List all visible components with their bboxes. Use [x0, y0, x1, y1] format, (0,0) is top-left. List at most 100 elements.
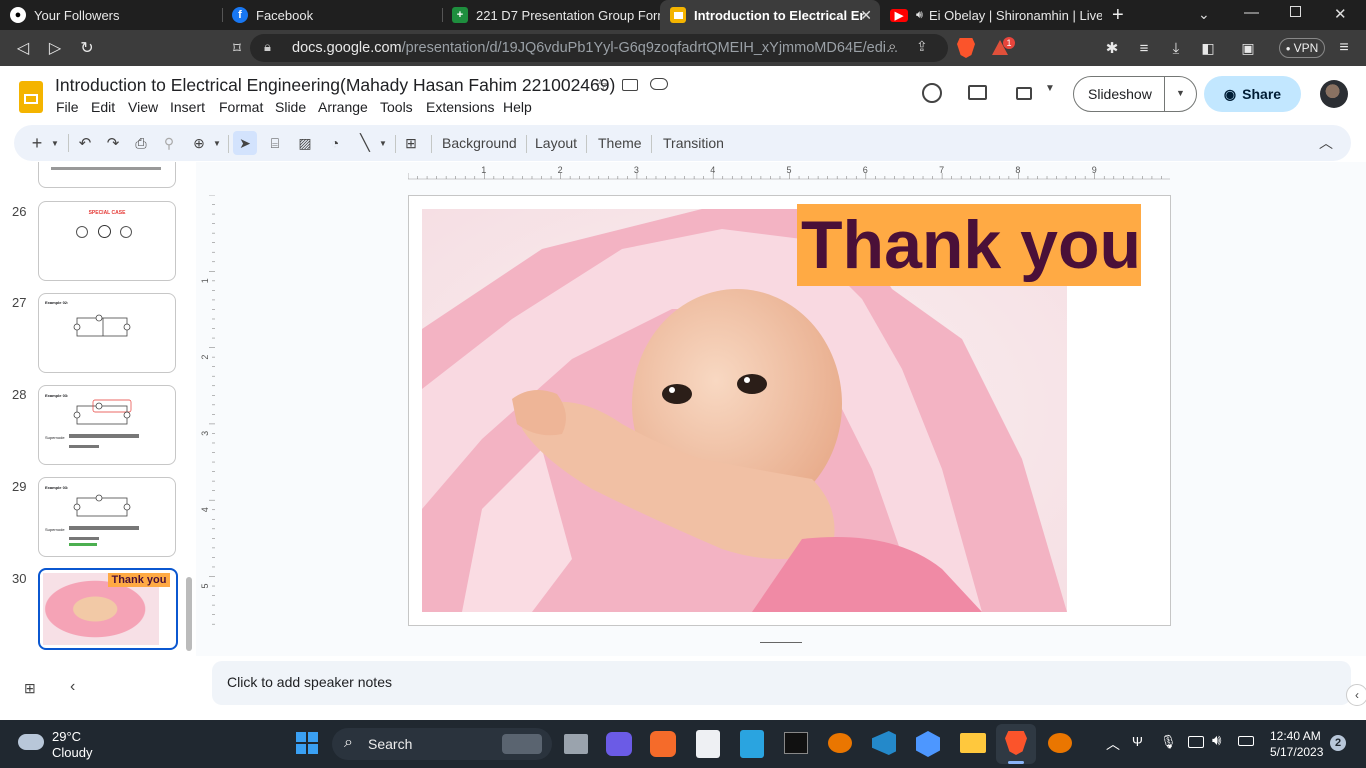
new-slide-dropdown-icon[interactable]: ▼ — [50, 131, 60, 155]
document-title[interactable]: Introduction to Electrical Engineering(M… — [55, 75, 615, 96]
blender-icon[interactable] — [828, 733, 852, 753]
close-window-icon[interactable]: ✕ — [1334, 5, 1347, 23]
slide-thumbnail-26[interactable]: SPECIAL CASE — [38, 201, 176, 281]
tab-sheets[interactable]: + 221 D7 Presentation Group Format — [442, 0, 660, 30]
download-icon[interactable]: ⤓ — [1166, 30, 1186, 66]
share-page-icon[interactable]: ⇪ — [916, 38, 928, 55]
tab-search-icon[interactable]: ⌄ — [1198, 6, 1210, 23]
current-slide[interactable]: Thank you — [408, 195, 1171, 626]
new-slide-icon[interactable]: + — [30, 131, 44, 155]
notification-center-badge[interactable]: 2 — [1330, 735, 1346, 751]
tab-github[interactable]: ● Your Followers — [0, 0, 222, 30]
speaker-notes[interactable]: Click to add speaker notes — [212, 661, 1351, 705]
zoom-dropdown-icon[interactable]: ▼ — [212, 131, 222, 155]
redo-icon[interactable]: ↷ — [104, 131, 122, 155]
line-dropdown-icon[interactable]: ▼ — [378, 131, 388, 155]
bookmark-icon[interactable]: ⌑ — [226, 30, 248, 66]
slide-thumbnail-30-selected[interactable]: Thank you — [38, 568, 178, 650]
add-comment-icon[interactable]: ⊞ — [402, 131, 420, 155]
menu-file[interactable]: File — [56, 99, 79, 115]
tab-slides-active[interactable]: Introduction to Electrical Engi ✕ — [660, 0, 880, 30]
wallet-icon[interactable]: ▣ — [1238, 30, 1258, 66]
sidebar-toggle-icon[interactable]: ◧ — [1198, 30, 1218, 66]
version-history-icon[interactable] — [922, 83, 942, 103]
zoom-icon[interactable]: ⌕ — [888, 38, 896, 55]
back-icon[interactable]: ◁ — [12, 30, 34, 66]
avatar[interactable] — [1320, 80, 1348, 108]
windows-start-icon[interactable] — [296, 732, 318, 754]
comments-icon[interactable] — [968, 85, 987, 100]
move-folder-icon[interactable] — [622, 79, 638, 91]
slide-thumbnail-29[interactable]: Example 03: Supernode — [38, 477, 176, 557]
layout-button[interactable]: Layout — [535, 135, 577, 151]
slide-thumbnail-28[interactable]: Example 03: Supernode — [38, 385, 176, 465]
theme-button[interactable]: Theme — [598, 135, 642, 151]
taskbar-search[interactable]: ⌕ Search — [332, 728, 552, 760]
volume-icon[interactable]: 🔊︎ — [1212, 732, 1221, 749]
url-input[interactable]: 🔒︎ docs.google.com/presentation/d/19JQ6v… — [250, 34, 948, 62]
playlist-icon[interactable]: ≡ — [1134, 30, 1154, 66]
shape-icon[interactable]: ◔ — [326, 131, 344, 155]
image-icon[interactable]: ▨ — [296, 131, 314, 155]
slide-thumbnail-27[interactable]: Example 02: — [38, 293, 176, 373]
new-tab-icon[interactable]: + — [1112, 4, 1124, 27]
meet-dropdown-icon[interactable]: ▼ — [1045, 83, 1055, 94]
snipping-tool-icon[interactable] — [696, 730, 720, 758]
vpn-button[interactable]: ● VPN — [1279, 38, 1325, 58]
close-tab-icon[interactable]: ✕ — [860, 7, 872, 24]
slides-logo-icon[interactable] — [19, 81, 43, 113]
menu-arrange[interactable]: Arrange — [318, 99, 368, 115]
clock-time[interactable]: 12:40 AM — [1270, 729, 1321, 743]
brave-shields-icon[interactable] — [957, 38, 975, 58]
menu-slide[interactable]: Slide — [275, 99, 306, 115]
minimize-icon[interactable]: — — [1244, 4, 1259, 21]
microphone-icon[interactable]: 🎙︎ — [1160, 734, 1177, 750]
menu-edit[interactable]: Edit — [91, 99, 115, 115]
virtualbox-icon[interactable] — [916, 731, 940, 757]
menu-view[interactable]: View — [128, 99, 158, 115]
transition-button[interactable]: Transition — [663, 135, 724, 151]
display-icon[interactable] — [1188, 736, 1204, 748]
collapse-filmstrip-icon[interactable]: ‹ — [70, 678, 75, 696]
share-button[interactable]: ◉ Share — [1204, 76, 1301, 112]
line-icon[interactable]: ╲ — [356, 131, 374, 155]
battery-icon[interactable] — [1238, 736, 1254, 746]
notes-resize-handle[interactable] — [760, 642, 802, 643]
vscode-icon[interactable] — [872, 731, 896, 755]
show-hidden-icons-icon[interactable]: ︿ — [1106, 734, 1120, 754]
grid-view-icon[interactable]: ⊞ — [24, 680, 36, 697]
extensions-icon[interactable]: ✱ — [1102, 30, 1122, 66]
restore-icon[interactable] — [1290, 6, 1301, 17]
reload-icon[interactable]: ↻ — [76, 30, 98, 66]
menu-format[interactable]: Format — [219, 99, 263, 115]
text-box-icon[interactable]: ⌸ — [266, 131, 284, 155]
select-icon[interactable]: ➤ — [233, 131, 257, 155]
menu-insert[interactable]: Insert — [170, 99, 205, 115]
filmstrip-scrollbar[interactable] — [186, 577, 192, 651]
collapse-menu-icon[interactable]: ︿ — [1318, 131, 1334, 155]
notepad-icon[interactable] — [740, 730, 764, 758]
xampp-icon[interactable] — [650, 731, 676, 757]
print-icon[interactable]: ⎙ — [132, 131, 150, 155]
task-view-icon[interactable] — [564, 734, 588, 754]
menu-tools[interactable]: Tools — [380, 99, 413, 115]
background-button[interactable]: Background — [442, 135, 517, 151]
star-icon[interactable]: ☆ — [593, 76, 608, 96]
menu-extensions[interactable]: Extensions — [426, 99, 494, 115]
zoom-icon[interactable]: ⊕ — [190, 131, 208, 155]
tab-facebook[interactable]: f Facebook — [222, 0, 442, 30]
side-panel-toggle-icon[interactable]: ‹ — [1346, 684, 1366, 706]
slide-thumbnail-25[interactable] — [38, 162, 176, 188]
teams-icon[interactable] — [606, 732, 632, 756]
thank-you-heading-box[interactable]: Thank you — [797, 204, 1141, 286]
forward-icon[interactable]: ▷ — [44, 30, 66, 66]
menu-icon[interactable]: ≡ — [1336, 30, 1352, 66]
clock-date[interactable]: 5/17/2023 — [1270, 745, 1323, 759]
usb-icon[interactable]: Ψ — [1132, 734, 1143, 749]
slideshow-button[interactable]: Slideshow — [1088, 86, 1152, 102]
paint-format-icon[interactable]: ⚲ — [160, 131, 178, 155]
undo-icon[interactable]: ↶ — [76, 131, 94, 155]
tab-youtube[interactable]: ▶ 🔊︎ Ei Obelay | Shironamhin | Live — [880, 0, 1102, 30]
slideshow-dropdown-icon[interactable]: ▼ — [1176, 88, 1185, 98]
terminal-icon[interactable] — [784, 732, 808, 754]
